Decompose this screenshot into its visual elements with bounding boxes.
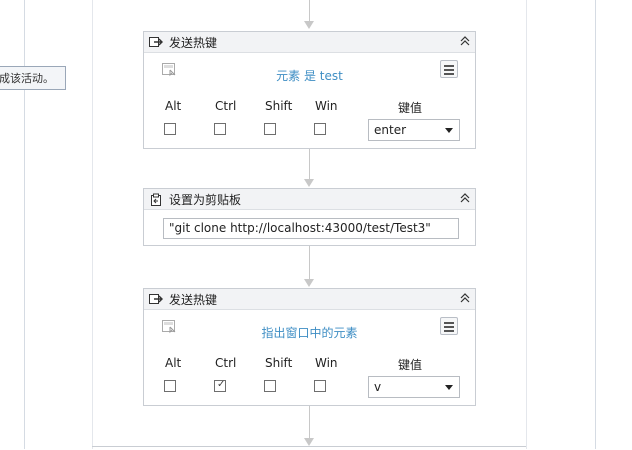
flow-connector (309, 405, 310, 439)
target-element-link[interactable]: 元素 是 test (144, 67, 475, 84)
canvas-divider-right (595, 0, 596, 449)
alt-checkbox[interactable] (164, 123, 176, 135)
flow-arrow (304, 438, 314, 446)
collapse-chevron-icon[interactable] (459, 192, 471, 204)
ctrl-checkbox[interactable] (214, 123, 226, 135)
key-value-label: 键值 (398, 358, 423, 372)
next-activity-edge (92, 446, 526, 450)
activity-header[interactable]: 发送热键 (144, 32, 475, 53)
shift-label: Shift (265, 356, 293, 370)
send-hotkey-activity[interactable]: 发送热键 指出窗口中的元素 Alt Ctrl Shift Win 键值 ✓ v (143, 288, 476, 406)
target-element-link[interactable]: 指出窗口中的元素 (144, 324, 475, 341)
flow-arrow (304, 279, 314, 287)
win-checkbox[interactable] (314, 123, 326, 135)
key-value-selected: v (374, 380, 382, 394)
send-hotkey-icon (149, 293, 163, 305)
menu-icon[interactable] (440, 60, 458, 78)
collapse-chevron-icon[interactable] (459, 292, 471, 304)
set-clipboard-activity[interactable]: 设置为剪贴板 "git clone http://localhost:43000… (143, 188, 476, 246)
sequence-border-right (526, 0, 527, 449)
flow-arrow (304, 179, 314, 187)
menu-icon[interactable] (440, 317, 458, 335)
clipboard-text-field[interactable]: "git clone http://localhost:43000/test/T… (163, 218, 459, 239)
win-label: Win (315, 99, 338, 113)
win-label: Win (315, 356, 338, 370)
activity-header[interactable]: 设置为剪贴板 (144, 189, 475, 210)
flow-connector (309, 0, 310, 22)
check-mark-icon: ✓ (217, 379, 226, 390)
dropdown-caret-icon (445, 128, 453, 133)
win-checkbox[interactable] (314, 380, 326, 392)
key-value-select[interactable]: v (368, 376, 460, 398)
send-hotkey-activity[interactable]: 发送热键 元素 是 test Alt Ctrl Shift Win 键值 ent… (143, 31, 476, 149)
activity-title: 发送热键 (169, 292, 218, 307)
shift-label: Shift (265, 99, 293, 113)
sequence-border-left (92, 0, 93, 449)
dropdown-caret-icon (445, 385, 453, 390)
key-value-label: 键值 (398, 101, 423, 115)
alt-label: Alt (165, 99, 182, 113)
annotation-tooltip: 成该活动。 (0, 66, 66, 90)
flow-arrow (304, 21, 314, 29)
activity-title: 发送热键 (169, 35, 218, 50)
collapse-chevron-icon[interactable] (459, 35, 471, 47)
key-value-selected: enter (374, 123, 407, 137)
alt-checkbox[interactable] (164, 380, 176, 392)
send-hotkey-icon (149, 36, 163, 48)
ctrl-label: Ctrl (215, 356, 237, 370)
activity-title: 设置为剪贴板 (169, 192, 242, 207)
shift-checkbox[interactable] (264, 123, 276, 135)
clipboard-icon (149, 193, 163, 206)
ctrl-label: Ctrl (215, 99, 237, 113)
ctrl-checkbox[interactable]: ✓ (214, 379, 226, 392)
flow-connector (309, 246, 310, 280)
alt-label: Alt (165, 356, 182, 370)
shift-checkbox[interactable] (264, 380, 276, 392)
key-value-select[interactable]: enter (368, 119, 460, 141)
activity-header[interactable]: 发送热键 (144, 289, 475, 310)
